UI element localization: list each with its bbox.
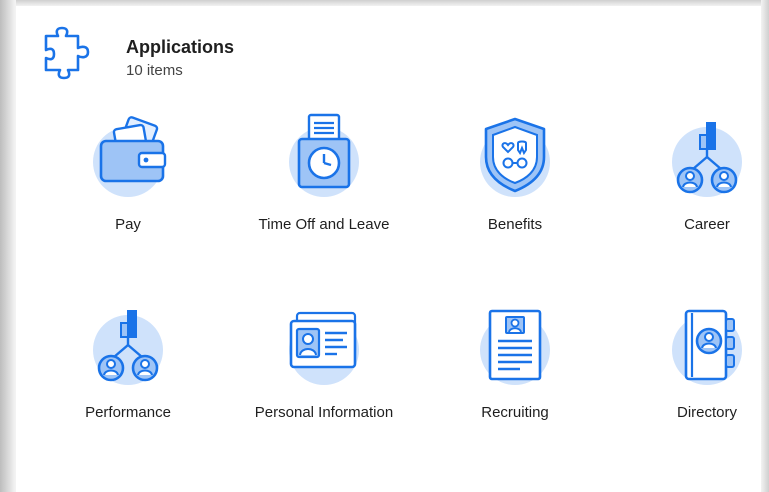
applications-panel: Applications 10 items Pay Time Off and L… (16, 6, 761, 492)
app-tile-time-off-and-leave[interactable]: Time Off and Leave (249, 113, 399, 277)
app-tile-pay[interactable]: Pay (53, 116, 203, 277)
app-label: Performance (85, 404, 171, 421)
id-card-icon (289, 311, 357, 369)
shield-icon (484, 117, 546, 193)
wallet-icon (99, 116, 167, 183)
performance-people-chart-icon (97, 310, 159, 382)
address-book-icon (684, 309, 735, 381)
app-label: Directory (676, 404, 737, 421)
calendar-clock-icon (297, 113, 351, 189)
app-label: Personal Information (254, 404, 394, 421)
app-tile-career[interactable]: Career (632, 122, 769, 277)
app-label: Pay (115, 216, 141, 233)
app-tile-personal-information[interactable]: Personal Information (249, 311, 399, 465)
resume-icon (488, 309, 542, 381)
app-label: Recruiting (481, 404, 549, 421)
app-label: Benefits (487, 216, 543, 233)
app-tile-directory[interactable]: Directory (632, 309, 769, 465)
app-label: Career (684, 216, 730, 233)
app-tile-benefits[interactable]: Benefits (440, 117, 590, 277)
app-tile-recruiting[interactable]: Recruiting (440, 309, 590, 465)
window-shadow-left (0, 0, 16, 492)
app-label: Time Off and Leave (258, 216, 390, 233)
career-people-chart-icon (676, 122, 738, 194)
app-tile-performance[interactable]: Performance (53, 310, 203, 465)
app-grid: Pay Time Off and Leave Benefits Career P… (16, 6, 761, 492)
